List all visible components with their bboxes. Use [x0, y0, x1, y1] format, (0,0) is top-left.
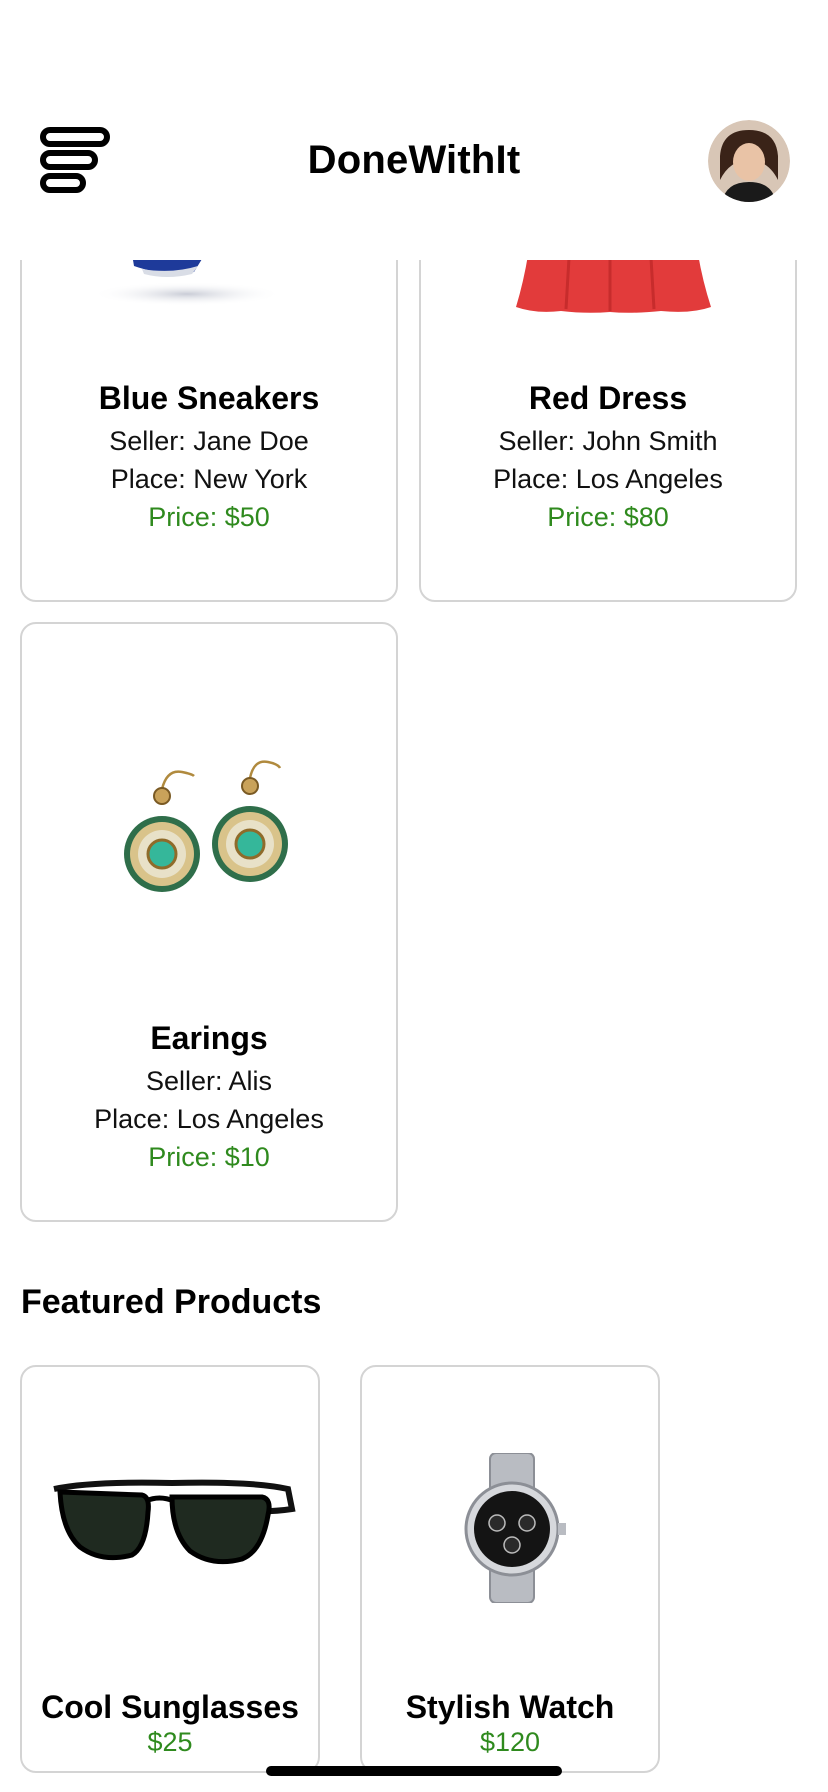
listing-card-blue-sneakers[interactable]: Blue Sneakers Seller: Jane Doe Place: Ne… — [20, 212, 398, 602]
listing-price: Price: $10 — [148, 1142, 270, 1172]
featured-title: Stylish Watch — [405, 1689, 615, 1725]
listing-title: Earings — [150, 1020, 268, 1056]
home-indicator[interactable] — [266, 1766, 562, 1776]
listing-card-earings[interactable]: Earings Seller: Alis Place: Los Angeles … — [20, 622, 398, 1222]
listing-card-red-dress[interactable]: Red Dress Seller: John Smith Place: Los … — [419, 212, 797, 602]
listing-seller: Seller: Jane Doe — [109, 426, 309, 456]
featured-card-stylish-watch[interactable]: Stylish Watch $120 — [360, 1365, 660, 1773]
sunglasses-image — [53, 1479, 296, 1565]
featured-title: Cool Sunglasses — [41, 1689, 299, 1725]
app-title: DoneWithIt — [307, 138, 521, 182]
listing-place: Place: New York — [110, 464, 308, 494]
screen: Blue Sneakers Seller: Jane Doe Place: Ne… — [0, 0, 828, 1792]
listing-title: Blue Sneakers — [98, 380, 320, 416]
watch-image — [464, 1453, 566, 1603]
listing-place: Place: Los Angeles — [493, 464, 723, 494]
avatar[interactable] — [708, 120, 790, 202]
listing-price: Price: $50 — [148, 502, 270, 532]
listing-price: Price: $80 — [547, 502, 669, 532]
featured-price: $120 — [479, 1727, 541, 1757]
listing-seller: Seller: John Smith — [498, 426, 718, 456]
app-header: DoneWithIt — [0, 0, 828, 260]
earrings-image — [124, 760, 288, 892]
user-avatar-icon — [708, 120, 790, 202]
featured-price: $25 — [147, 1727, 193, 1757]
featured-products-heading: Featured Products — [21, 1283, 322, 1321]
listing-place: Place: Los Angeles — [94, 1104, 324, 1134]
featured-card-cool-sunglasses[interactable]: Cool Sunglasses $25 — [20, 1365, 320, 1773]
listing-title: Red Dress — [528, 380, 688, 416]
listing-seller: Seller: Alis — [145, 1066, 273, 1096]
